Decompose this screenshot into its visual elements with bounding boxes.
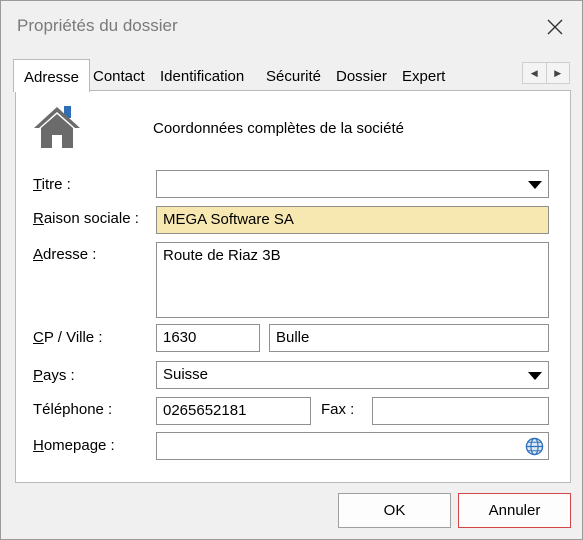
- tab-contact[interactable]: Contact: [93, 65, 145, 89]
- dialog-footer: OK Annuler: [1, 481, 582, 539]
- window-title: Propriétés du dossier: [17, 16, 178, 35]
- raison-sociale-label: Raison sociale :: [33, 210, 139, 227]
- close-button[interactable]: [540, 13, 570, 41]
- tab-scroll-right-button[interactable]: ▶: [547, 63, 570, 83]
- globe-icon[interactable]: [525, 437, 544, 456]
- titre-dropdown[interactable]: [156, 170, 549, 198]
- cp-ville-label: CP / Ville :: [33, 329, 103, 346]
- chevron-down-icon: [528, 181, 542, 189]
- title-bar: Propriétés du dossier: [1, 1, 582, 51]
- adresse-textarea[interactable]: Route de Riaz 3B: [156, 242, 549, 318]
- tab-adresse[interactable]: Adresse: [13, 59, 91, 92]
- tab-dossier[interactable]: Dossier: [336, 65, 387, 89]
- tab-bar: Adresse Contact Identification Sécurité …: [13, 59, 573, 92]
- pays-value: Suisse: [163, 366, 209, 383]
- telephone-label: Téléphone :: [33, 401, 113, 418]
- house-icon: [34, 106, 80, 148]
- chevron-down-icon: [528, 372, 542, 380]
- tab-expert[interactable]: Expert: [402, 65, 445, 89]
- pays-dropdown[interactable]: Suisse: [156, 361, 549, 389]
- section-heading: Coordonnées complètes de la société: [153, 120, 404, 137]
- homepage-field[interactable]: [156, 432, 549, 460]
- tab-scroll-control: ◀ ▶: [522, 62, 570, 84]
- tab-panel-adresse: Coordonnées complètes de la société Titr…: [15, 90, 571, 483]
- raison-sociale-field[interactable]: MEGA Software SA: [156, 206, 549, 234]
- cp-field[interactable]: 1630: [156, 324, 260, 352]
- tab-identification[interactable]: Identification: [160, 65, 244, 89]
- titre-label: Titre :: [33, 176, 71, 193]
- pays-label: Pays :: [33, 367, 75, 384]
- tab-scroll-left-button[interactable]: ◀: [523, 63, 547, 83]
- dialog-window: Propriétés du dossier Adresse Contact Id…: [0, 0, 583, 540]
- fax-field[interactable]: [372, 397, 549, 425]
- cancel-button[interactable]: Annuler: [458, 493, 571, 528]
- homepage-label: Homepage :: [33, 437, 115, 454]
- ok-button[interactable]: OK: [338, 493, 451, 528]
- adresse-label: Adresse :: [33, 246, 97, 263]
- ville-field[interactable]: Bulle: [269, 324, 549, 352]
- fax-label: Fax :: [321, 401, 355, 418]
- telephone-field[interactable]: 0265652181: [156, 397, 311, 425]
- close-icon: [547, 19, 563, 35]
- tab-securite[interactable]: Sécurité: [266, 65, 321, 89]
